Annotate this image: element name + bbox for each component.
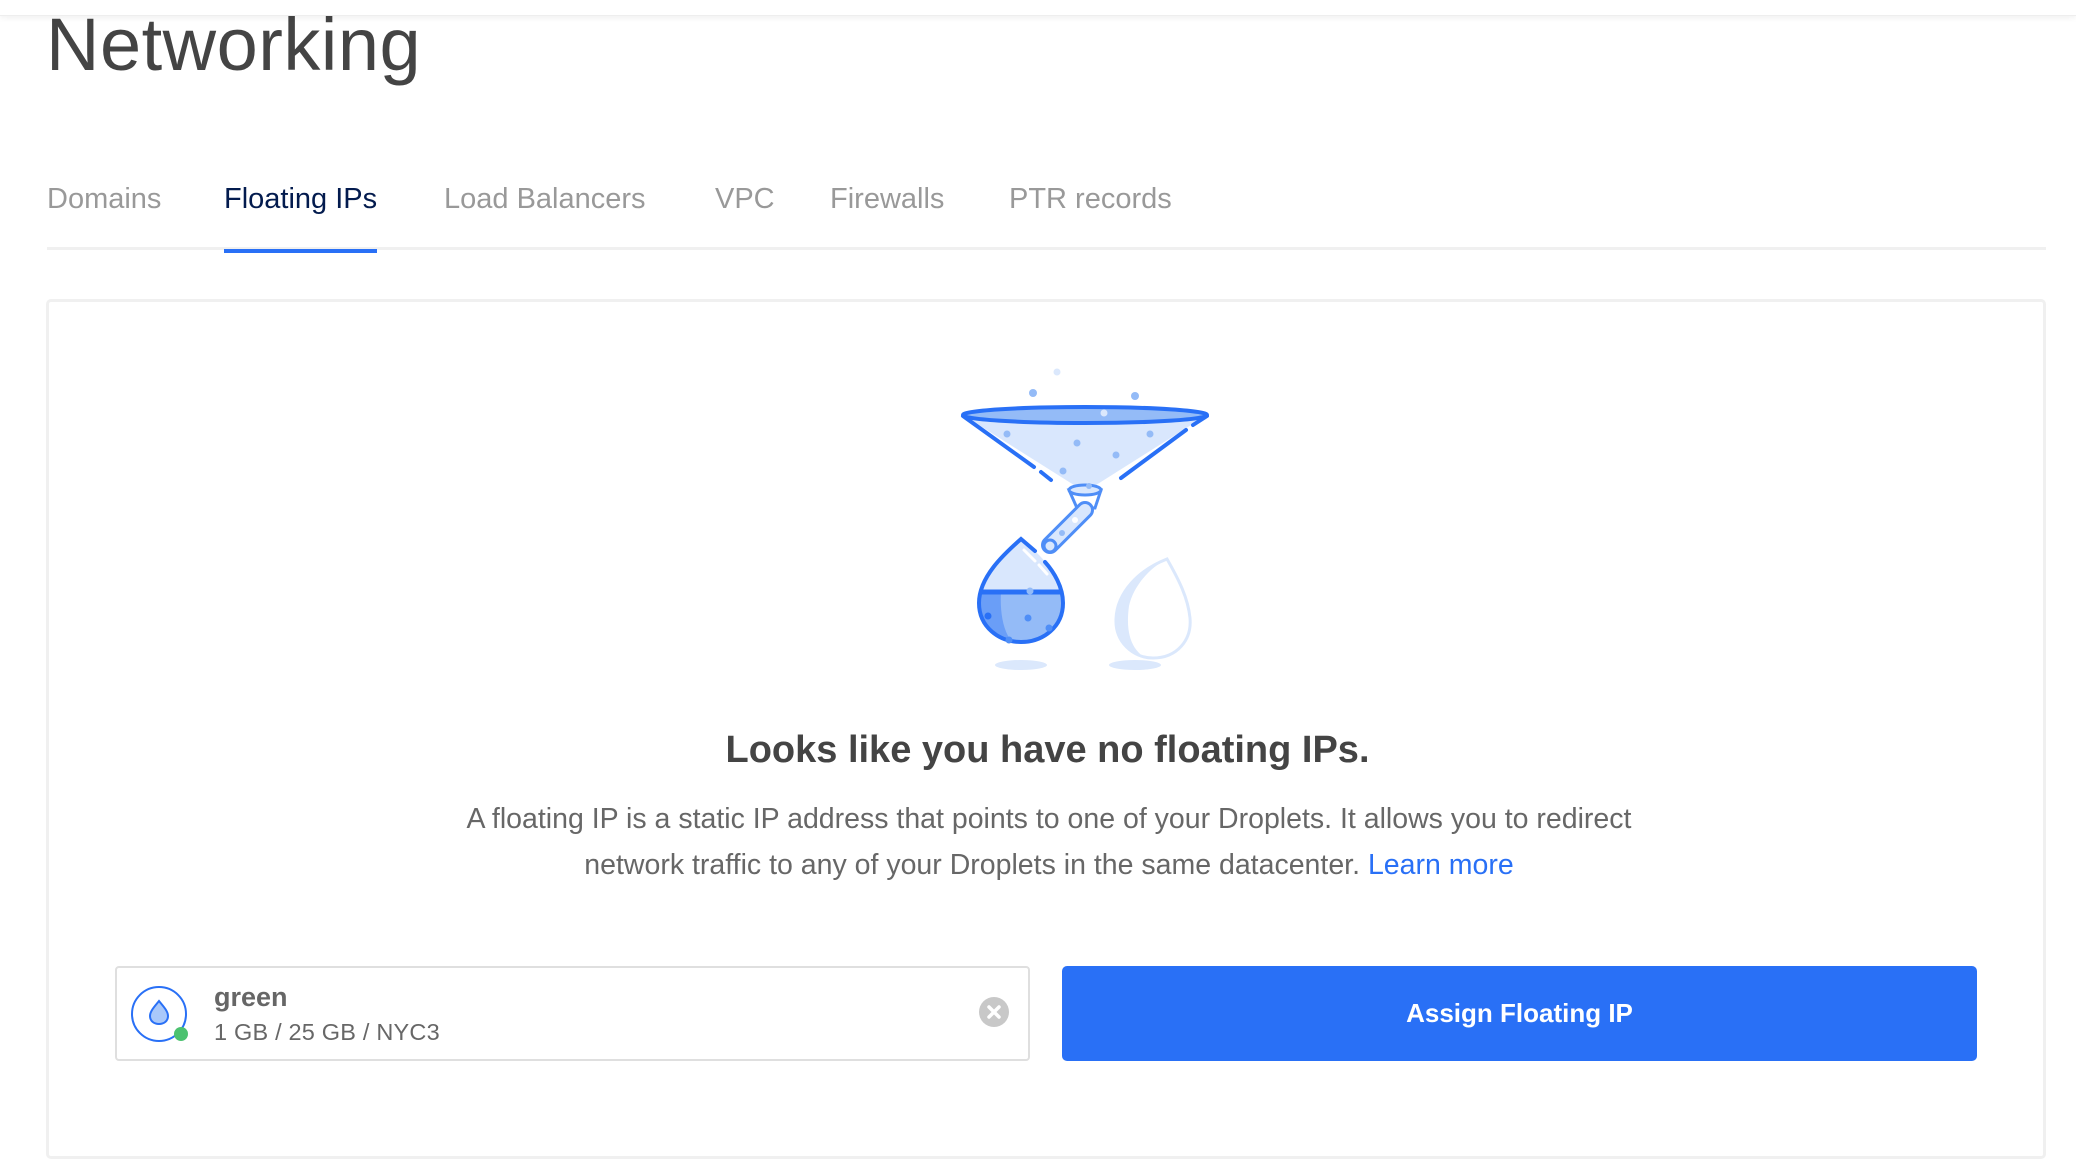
clear-icon[interactable] <box>978 996 1010 1028</box>
particle <box>1100 409 1108 417</box>
status-dot <box>174 1027 188 1041</box>
particle <box>1073 439 1081 447</box>
empty-state-card: Looks like you have no floating IPs. A f… <box>46 299 2046 1159</box>
tab-firewalls[interactable]: Firewalls <box>830 170 944 250</box>
droplet-selector[interactable]: green 1 GB / 25 GB / NYC3 <box>115 966 1030 1061</box>
particle <box>1045 624 1053 632</box>
particle <box>1146 430 1154 438</box>
particle <box>1086 483 1092 489</box>
empty-state-description: A floating IP is a static IP address tha… <box>449 796 1649 888</box>
droplet-shadow <box>995 660 1047 670</box>
particle <box>1059 530 1065 536</box>
particle <box>1112 451 1120 459</box>
particle <box>1072 517 1078 523</box>
tab-vpc[interactable]: VPC <box>715 170 775 250</box>
particle <box>1131 392 1139 400</box>
empty-state-title: Looks like you have no floating IPs. <box>725 729 1370 771</box>
top-header-bar <box>0 0 2076 16</box>
funnel-edge-left-dash <box>1039 470 1053 482</box>
droplet-meta: 1 GB / 25 GB / NYC3 <box>214 1019 440 1045</box>
tube-end <box>1042 538 1058 554</box>
tab-floating-ips[interactable]: Floating IPs <box>224 170 378 253</box>
funnel-cone <box>963 415 1207 492</box>
particle <box>1026 587 1034 595</box>
learn-more-link[interactable]: Learn more <box>1368 849 1514 881</box>
particle <box>1029 389 1037 397</box>
particle <box>1003 430 1011 438</box>
tab-domains[interactable]: Domains <box>47 170 161 250</box>
funnel-spout-top <box>1067 483 1103 497</box>
droplet-icon <box>131 986 188 1042</box>
particle <box>1024 614 1032 622</box>
droplet-empty-shadow <box>1109 660 1161 670</box>
particle <box>984 612 992 620</box>
droplet-name: green <box>214 982 288 1012</box>
networking-tabs: Domains Floating IPs Load Balancers VPC … <box>47 170 2046 253</box>
assign-floating-ip-button[interactable]: Assign Floating IP <box>1062 966 1977 1061</box>
funnel-rim <box>961 405 1209 425</box>
funnel-droplet-illustration <box>961 368 1209 670</box>
particle <box>1053 368 1061 376</box>
tab-load-balancers[interactable]: Load Balancers <box>444 170 646 250</box>
particle <box>1059 467 1067 475</box>
tab-ptr-records[interactable]: PTR records <box>1009 170 1172 250</box>
particle <box>1005 636 1013 644</box>
